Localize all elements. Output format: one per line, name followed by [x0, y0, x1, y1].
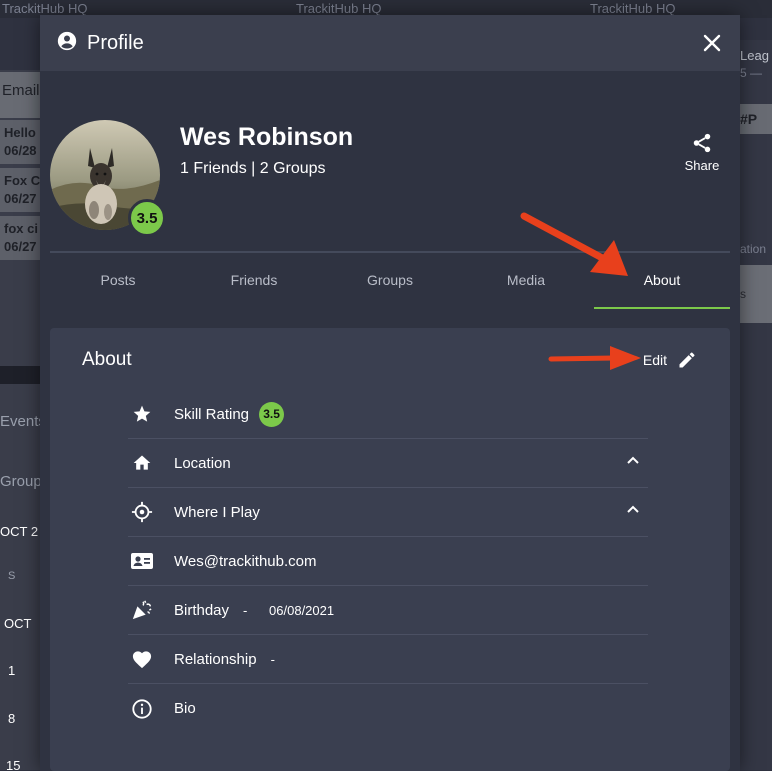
background-message: fox ci 06/27 — [0, 216, 40, 260]
about-row-label: Location — [174, 454, 231, 472]
about-row-label: Relationship — [174, 650, 257, 668]
skill-rating-badge: 3.5 — [259, 401, 285, 427]
about-row-label: Bio — [174, 700, 196, 717]
about-row-skill-rating: Skill Rating 3.5 — [128, 390, 648, 439]
close-icon[interactable] — [702, 33, 722, 53]
background-sidebar-item: Events — [0, 413, 40, 430]
background-right-text: ation — [740, 242, 767, 256]
about-title: About — [82, 349, 132, 370]
share-button[interactable]: Share — [682, 132, 722, 173]
chevron-up-icon[interactable] — [626, 453, 640, 472]
background-sidebar-item: OCT — [4, 616, 32, 631]
rating-badge: 3.5 — [128, 199, 166, 237]
background-message: Hello 06/28 — [0, 120, 40, 164]
about-card: About Edit Skill Rating 3.5 Location Whe… — [50, 328, 730, 771]
birthday-value: - 06/08/2021 — [243, 602, 335, 618]
tab-groups[interactable]: Groups — [322, 253, 458, 309]
account-circle-icon — [57, 31, 77, 56]
background-right-text: Leag — [740, 48, 769, 63]
background-sidebar-item: OCT 2 — [0, 524, 39, 539]
about-row-label: Birthday — [174, 601, 230, 619]
contact-card-icon — [128, 547, 156, 575]
profile-name: Wes Robinson — [180, 123, 354, 151]
home-icon — [128, 449, 156, 477]
pencil-icon — [679, 352, 695, 368]
info-icon — [128, 695, 156, 723]
edit-label: Edit — [642, 352, 667, 368]
profile-modal: Profile 3.5 Wes Robinson 1 Friends | 2 G… — [40, 15, 740, 771]
about-row-email: Wes@trackithub.com — [128, 537, 648, 586]
background-message: Fox C 06/27 — [0, 168, 40, 212]
background-band — [0, 366, 40, 384]
background-email-label: Email — [0, 72, 40, 118]
relationship-value: - — [270, 651, 275, 667]
background-right-highlight: #P — [740, 104, 772, 134]
share-icon — [693, 133, 711, 153]
background-right-column — [740, 40, 772, 770]
background-right-band: s — [740, 265, 772, 323]
about-row-where-i-play[interactable]: Where I Play — [128, 488, 648, 537]
annotation-arrow-edit — [548, 346, 641, 370]
edit-button[interactable]: Edit — [643, 350, 697, 370]
background-sidebar-item: Group — [0, 473, 40, 490]
about-row-birthday: Birthday - 06/08/2021 — [128, 586, 648, 635]
about-row-bio: Bio — [128, 684, 648, 733]
email-value: Wes@trackithub.com — [174, 552, 317, 570]
profile-stats[interactable]: 1 Friends | 2 Groups — [180, 160, 326, 178]
about-row-label: Where I Play — [174, 503, 260, 521]
tab-friends[interactable]: Friends — [186, 253, 322, 309]
tab-posts[interactable]: Posts — [50, 253, 186, 309]
modal-header: Profile — [40, 15, 740, 71]
about-row-relationship: Relationship - — [128, 635, 648, 684]
share-label: Share — [684, 158, 720, 173]
star-icon — [128, 400, 156, 428]
annotation-arrow-about — [520, 212, 628, 276]
target-icon — [128, 498, 156, 526]
modal-title: Profile — [87, 31, 144, 54]
chevron-up-icon[interactable] — [626, 502, 640, 521]
background-right-text: 5 — — [740, 66, 763, 80]
about-row-label: Skill Rating — [174, 405, 250, 423]
heart-icon — [128, 645, 156, 673]
about-row-location[interactable]: Location — [128, 439, 648, 488]
about-list: Skill Rating 3.5 Location Where I Play W… — [128, 390, 648, 733]
party-popper-icon — [128, 596, 156, 624]
